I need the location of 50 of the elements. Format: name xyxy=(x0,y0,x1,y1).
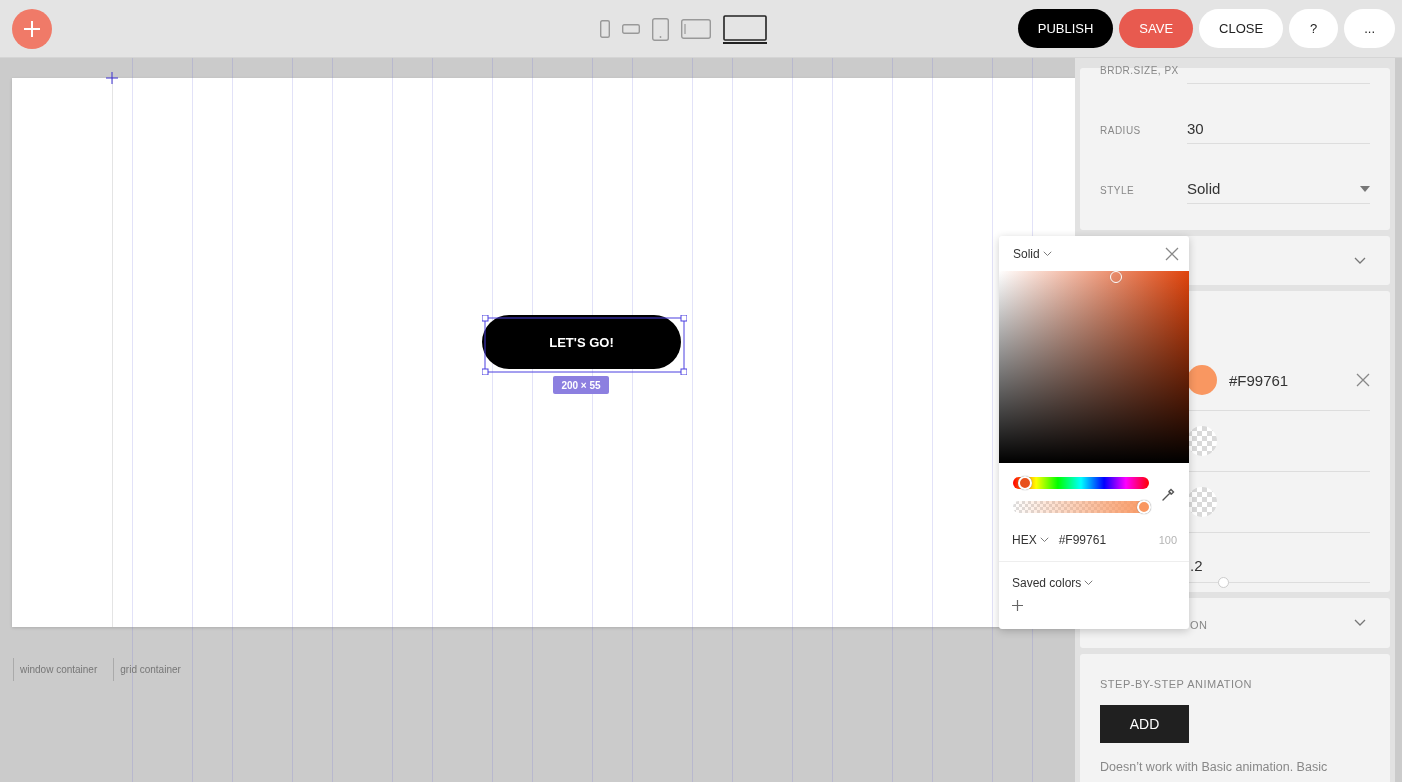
device-tab[interactable] xyxy=(723,14,767,44)
toolbar-button[interactable]: CLOSE xyxy=(1199,9,1284,48)
input-field[interactable]: 30 xyxy=(1187,114,1370,144)
phone-icon xyxy=(600,20,610,38)
field-value: 30 xyxy=(1187,120,1204,137)
eyedropper-icon[interactable] xyxy=(1161,488,1175,502)
toolbar-button[interactable]: ... xyxy=(1344,9,1395,48)
chevron-down-icon xyxy=(1039,536,1049,544)
close-icon[interactable] xyxy=(1165,246,1179,261)
field-label: STYLE xyxy=(1100,185,1136,198)
format-dropdown[interactable]: HEX xyxy=(1012,533,1049,547)
add-button[interactable]: ADD xyxy=(1100,705,1189,743)
color-swatch[interactable] xyxy=(1187,365,1217,395)
publish-button[interactable]: PUBLISH xyxy=(1017,9,1114,48)
saved-colors-toggle[interactable]: Saved colors xyxy=(1012,576,1094,590)
field-label: BRDR.SIZE, PX xyxy=(1100,65,1180,78)
chevron-down-icon xyxy=(1084,579,1094,587)
style-dropdown[interactable]: Solid xyxy=(1187,174,1370,204)
saturation-area[interactable] xyxy=(999,271,1189,463)
size-label: 200 × 55 xyxy=(553,376,609,394)
color-value: #F99761 xyxy=(1229,371,1290,389)
field-value: Solid xyxy=(1187,180,1221,197)
add-button[interactable] xyxy=(12,8,52,49)
toolbar-button[interactable]: ? xyxy=(1289,9,1339,48)
section-title: STEP-BY-STEP ANIMATION xyxy=(1100,678,1253,690)
slider-thumb[interactable] xyxy=(1217,577,1229,588)
crosshair-icon xyxy=(106,72,118,84)
hue-slider[interactable] xyxy=(1013,477,1149,489)
add-color-icon[interactable] xyxy=(1012,600,1023,611)
section-title: ON xyxy=(1190,618,1208,631)
chevron-down-icon xyxy=(1042,249,1052,258)
chevron-down-icon[interactable] xyxy=(1354,619,1366,627)
help-text: Doesn’t work with Basic animation. Basic xyxy=(1100,760,1329,774)
chevron-down-icon[interactable] xyxy=(1354,256,1366,265)
transparent-swatch[interactable] xyxy=(1187,487,1217,517)
tablet-icon xyxy=(652,17,669,41)
lets-go-button[interactable]: LET'S GO! xyxy=(482,315,681,369)
tablet-landscape-icon xyxy=(681,19,711,39)
hex-input[interactable]: #F99761 xyxy=(1058,533,1107,547)
dropdown-arrow-icon xyxy=(1360,185,1370,192)
transparent-swatch[interactable] xyxy=(1187,426,1217,456)
save-button[interactable]: SAVE xyxy=(1119,9,1194,48)
fill-mode-dropdown[interactable]: Solid xyxy=(1013,246,1052,261)
alpha-slider[interactable] xyxy=(1013,501,1149,513)
close-icon[interactable] xyxy=(1356,373,1370,387)
opacity-value: .2 xyxy=(1189,556,1204,574)
laptop-icon xyxy=(723,15,767,41)
field-label: RADIUS xyxy=(1100,125,1142,138)
phone-landscape-icon xyxy=(622,24,640,34)
plus-icon xyxy=(23,19,41,38)
